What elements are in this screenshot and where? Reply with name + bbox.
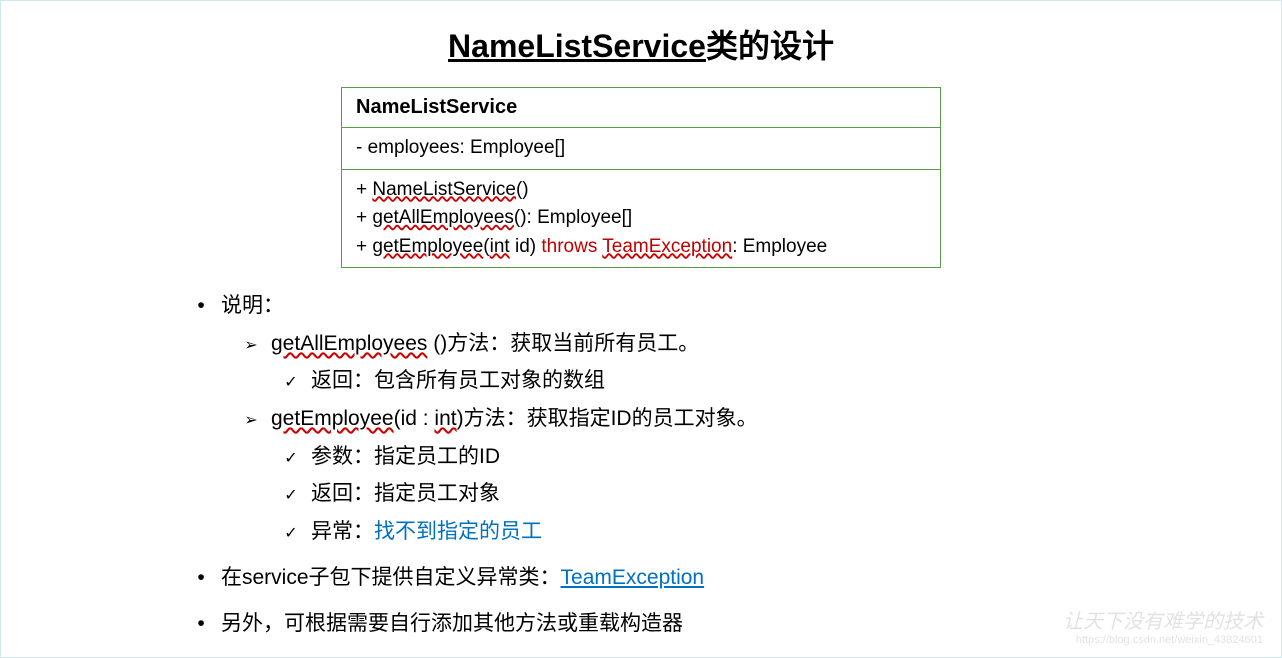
title-underlined: NameListService bbox=[448, 28, 706, 64]
bullet-mark-dot: • bbox=[181, 560, 221, 596]
bullet-service-package: • 在service子包下提供自定义异常类：TeamException bbox=[181, 560, 1101, 596]
bullet-method-getall: getAllEmployees ()方法：获取当前所有员工。 bbox=[231, 326, 1101, 362]
watermark-text: 让天下没有难学的技术 bbox=[1063, 610, 1263, 634]
uml-method-getall: + getAllEmployees(): Employee[] bbox=[356, 204, 926, 233]
check-icon bbox=[271, 363, 311, 399]
bullet-method-getemployee: getEmployee(id : int)方法：获取指定ID的员工对象。 bbox=[231, 401, 1101, 437]
bullet-explain: • 说明： bbox=[181, 288, 1101, 324]
watermark-url: https://blog.csdn.net/weixin_43824601 bbox=[1063, 634, 1263, 647]
bullet-extra-note: • 另外，可根据需要自行添加其他方法或重载构造器 bbox=[181, 606, 1101, 642]
content-body: • 说明： getAllEmployees ()方法：获取当前所有员工。 返回：… bbox=[181, 288, 1101, 641]
uml-method-getemployee: + getEmployee(int id) throws TeamExcepti… bbox=[356, 233, 926, 262]
arrow-icon bbox=[231, 326, 271, 362]
uml-class-name: NameListService bbox=[342, 88, 940, 128]
uml-class-box: NameListService - employees: Employee[] … bbox=[341, 87, 941, 268]
uml-methods: + NameListService() + getAllEmployees():… bbox=[342, 170, 940, 268]
watermark: 让天下没有难学的技术 https://blog.csdn.net/weixin_… bbox=[1063, 610, 1263, 647]
uml-attributes: - employees: Employee[] bbox=[342, 128, 940, 170]
arrow-icon bbox=[231, 401, 271, 437]
title-rest: 类的设计 bbox=[706, 28, 834, 64]
page-title: NameListService类的设计 bbox=[1, 21, 1281, 67]
bullet-method-getall-return: 返回：包含所有员工对象的数组 bbox=[271, 363, 1101, 399]
bullet-getemployee-return: 返回：指定员工对象 bbox=[271, 476, 1101, 512]
bullet-mark-dot: • bbox=[181, 606, 221, 642]
check-icon bbox=[271, 514, 311, 550]
bullet-getemployee-param: 参数：指定员工的ID bbox=[271, 439, 1101, 475]
bullet-getemployee-exception: 异常：找不到指定的员工 bbox=[271, 514, 1101, 550]
check-icon bbox=[271, 476, 311, 512]
bullet-mark-dot: • bbox=[181, 288, 221, 324]
check-icon bbox=[271, 439, 311, 475]
team-exception-link[interactable]: TeamException bbox=[561, 566, 705, 589]
uml-method-constructor: + NameListService() bbox=[356, 176, 926, 205]
